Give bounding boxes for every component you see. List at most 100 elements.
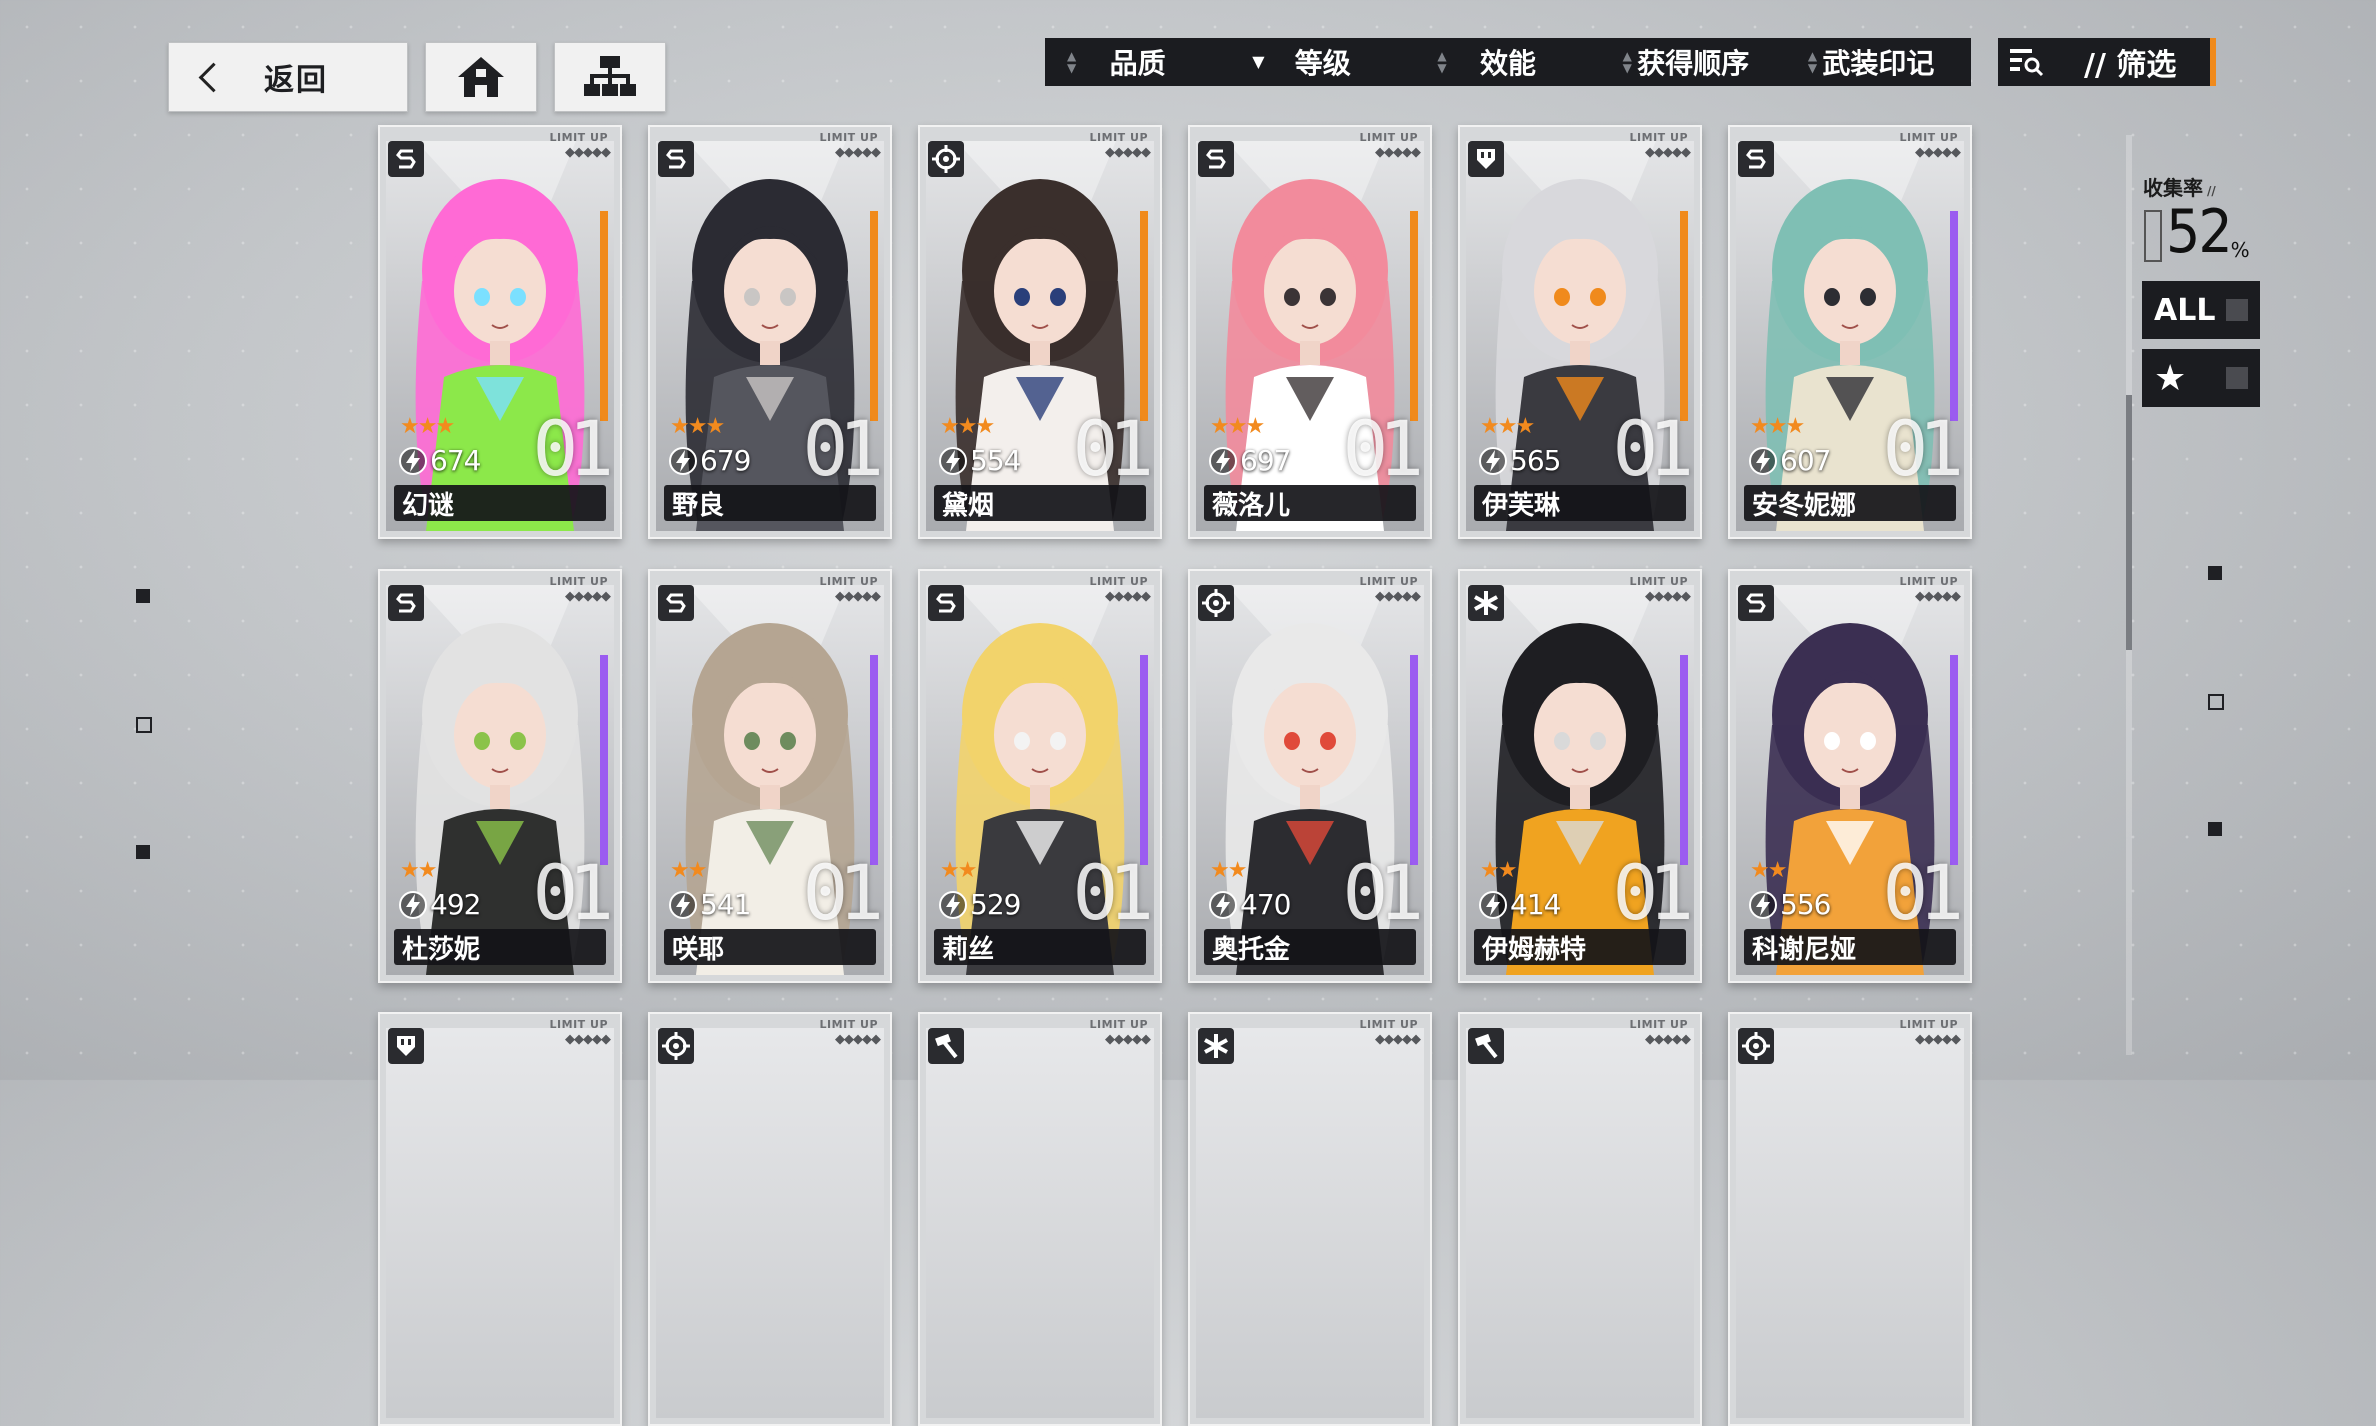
power-display: 697 xyxy=(1208,444,1291,477)
target-icon xyxy=(1738,1028,1774,1064)
card-portrait-frame: ★★ 414 01 伊姆赫特 xyxy=(1466,585,1694,975)
collection-rate-slash: // xyxy=(2207,184,2216,198)
home-button[interactable] xyxy=(425,42,537,112)
hierarchy-button[interactable] xyxy=(554,42,666,112)
sort-mark[interactable]: ▲ ▼ 武装印记 xyxy=(1786,42,1971,82)
power-display: 414 xyxy=(1478,888,1561,921)
character-card-partial[interactable]: LIMIT UP ◆◆◆◆◆ xyxy=(1188,1012,1432,1426)
card-number: 01 xyxy=(1882,404,1963,493)
rarity-stars: ★★ xyxy=(400,858,437,883)
power-display: 554 xyxy=(938,444,1021,477)
limit-up-label: LIMIT UP xyxy=(1899,575,1958,588)
rarity-stars: ★★ xyxy=(670,858,707,883)
character-name: 奥托金 xyxy=(1212,934,1291,965)
power-display: 565 xyxy=(1478,444,1561,477)
character-card[interactable]: ★★ 492 01 杜莎妮 LIMIT UP ◆◆◆◆◆ xyxy=(378,569,622,983)
sort-acquired[interactable]: ▲ ▼ 获得顺序 xyxy=(1601,42,1786,82)
filter-button[interactable]: // 筛选 xyxy=(1998,38,2216,86)
rarity-stars: ★★ xyxy=(1750,858,1787,883)
limit-diamonds: ◆◆◆◆◆ xyxy=(1915,589,1961,604)
power-value: 529 xyxy=(970,888,1021,921)
side-marker xyxy=(136,589,150,603)
character-card-partial[interactable]: LIMIT UP ◆◆◆◆◆ xyxy=(1458,1012,1702,1426)
rarity-stars: ★★★ xyxy=(1750,414,1805,439)
asterisk-icon xyxy=(1468,585,1504,621)
character-card[interactable]: ★★ 470 01 奥托金 LIMIT UP ◆◆◆◆◆ xyxy=(1188,569,1432,983)
card-number: 01 xyxy=(532,404,613,493)
character-card[interactable]: ★★ 529 01 莉丝 LIMIT UP ◆◆◆◆◆ xyxy=(918,569,1162,983)
card-number: 01 xyxy=(1342,848,1423,937)
card-number: 01 xyxy=(802,848,883,937)
sort-desc-icon: ▼ xyxy=(1252,52,1265,71)
sort-arrows-icon: ▲ ▼ xyxy=(1437,49,1447,75)
character-name: 杜莎妮 xyxy=(402,934,481,965)
card-portrait-frame: ★★★ 697 01 薇洛儿 xyxy=(1196,141,1424,531)
star-icon: ★ xyxy=(2154,357,2187,399)
character-card[interactable]: ★★★ 697 01 薇洛儿 LIMIT UP ◆◆◆◆◆ xyxy=(1188,125,1432,539)
rarity-bar xyxy=(1140,655,1148,865)
character-card[interactable]: ★★★ 565 01 伊芙琳 LIMIT UP ◆◆◆◆◆ xyxy=(1458,125,1702,539)
name-bar: 幻谜 xyxy=(394,485,606,521)
character-card[interactable]: ★★★ 554 01 黛烟 LIMIT UP ◆◆◆◆◆ xyxy=(918,125,1162,539)
collection-rate-value: 52 % xyxy=(2144,202,2250,262)
scrollbar-thumb[interactable] xyxy=(2126,395,2132,650)
card-portrait-frame: ★★ 541 01 咲耶 xyxy=(656,585,884,975)
back-button[interactable]: 返回 xyxy=(168,42,408,112)
character-card-partial[interactable]: LIMIT UP ◆◆◆◆◆ xyxy=(918,1012,1162,1426)
character-card[interactable]: ★★★ 607 01 安冬妮娜 LIMIT UP ◆◆◆◆◆ xyxy=(1728,125,1972,539)
card-portrait-frame xyxy=(656,1028,884,1418)
name-bar: 薇洛儿 xyxy=(1204,485,1416,521)
lightning-icon xyxy=(939,446,967,475)
character-card[interactable]: ★★ 556 01 科谢尼娅 LIMIT UP ◆◆◆◆◆ xyxy=(1728,569,1972,983)
power-value: 414 xyxy=(1510,888,1561,921)
character-card-partial[interactable]: LIMIT UP ◆◆◆◆◆ xyxy=(378,1012,622,1426)
side-marker xyxy=(2208,694,2224,710)
card-portrait-frame: ★★★ 679 01 野良 xyxy=(656,141,884,531)
character-card-partial[interactable]: LIMIT UP ◆◆◆◆◆ xyxy=(648,1012,892,1426)
s-icon xyxy=(1198,141,1234,177)
character-card[interactable]: ★★★ 679 01 野良 LIMIT UP ◆◆◆◆◆ xyxy=(648,125,892,539)
rarity-stars: ★★★ xyxy=(1210,414,1265,439)
card-portrait-frame xyxy=(1736,1028,1964,1418)
rarity-stars: ★★ xyxy=(940,858,977,883)
limit-up-label: LIMIT UP xyxy=(549,1018,608,1031)
rarity-bar xyxy=(1410,211,1418,421)
power-value: 541 xyxy=(700,888,751,921)
sort-level-label: 等级 xyxy=(1294,47,1351,80)
card-portrait-frame: ★★★ 674 01 幻谜 xyxy=(386,141,614,531)
power-display: 470 xyxy=(1208,888,1291,921)
filter-all-toggle[interactable]: ALL xyxy=(2142,281,2260,339)
limit-up-label: LIMIT UP xyxy=(1629,575,1688,588)
power-display: 679 xyxy=(668,444,751,477)
name-bar: 黛烟 xyxy=(934,485,1146,521)
scrollbar[interactable] xyxy=(2126,135,2132,1055)
character-card-partial[interactable]: LIMIT UP ◆◆◆◆◆ xyxy=(1728,1012,1972,1426)
character-card[interactable]: ★★★ 674 01 幻谜 LIMIT UP ◆◆◆◆◆ xyxy=(378,125,622,539)
sort-quality[interactable]: ▲ ▼ 品质 xyxy=(1045,42,1230,82)
limit-up-label: LIMIT UP xyxy=(1899,1018,1958,1031)
character-card[interactable]: ★★ 541 01 咲耶 LIMIT UP ◆◆◆◆◆ xyxy=(648,569,892,983)
name-bar: 伊芙琳 xyxy=(1474,485,1686,521)
limit-up-label: LIMIT UP xyxy=(1359,1018,1418,1031)
collection-rate-number: 52 xyxy=(2166,197,2233,267)
limit-up-label: LIMIT UP xyxy=(1089,131,1148,144)
s-icon xyxy=(928,585,964,621)
card-portrait-frame: ★★ 529 01 莉丝 xyxy=(926,585,1154,975)
limit-up-label: LIMIT UP xyxy=(1629,131,1688,144)
filter-label: // 筛选 xyxy=(2084,48,2177,83)
lightning-icon xyxy=(939,890,967,919)
sort-arrows-icon: ▲ ▼ xyxy=(1807,49,1818,75)
filter-star-toggle[interactable]: ★ xyxy=(2142,349,2260,407)
lightning-icon xyxy=(1749,890,1777,919)
card-portrait-frame xyxy=(1466,1028,1694,1418)
sort-efficiency[interactable]: ▲ ▼ 效能 xyxy=(1415,42,1600,82)
sort-level[interactable]: ▼ 等级 xyxy=(1230,42,1415,82)
collection-rate-box xyxy=(2144,210,2162,262)
limit-up-label: LIMIT UP xyxy=(549,575,608,588)
character-card[interactable]: ★★ 414 01 伊姆赫特 LIMIT UP ◆◆◆◆◆ xyxy=(1458,569,1702,983)
limit-diamonds: ◆◆◆◆◆ xyxy=(835,1032,881,1047)
filter-list-icon xyxy=(2010,49,2044,77)
card-number: 01 xyxy=(1612,404,1693,493)
name-bar: 野良 xyxy=(664,485,876,521)
rarity-stars: ★★★ xyxy=(1480,414,1535,439)
